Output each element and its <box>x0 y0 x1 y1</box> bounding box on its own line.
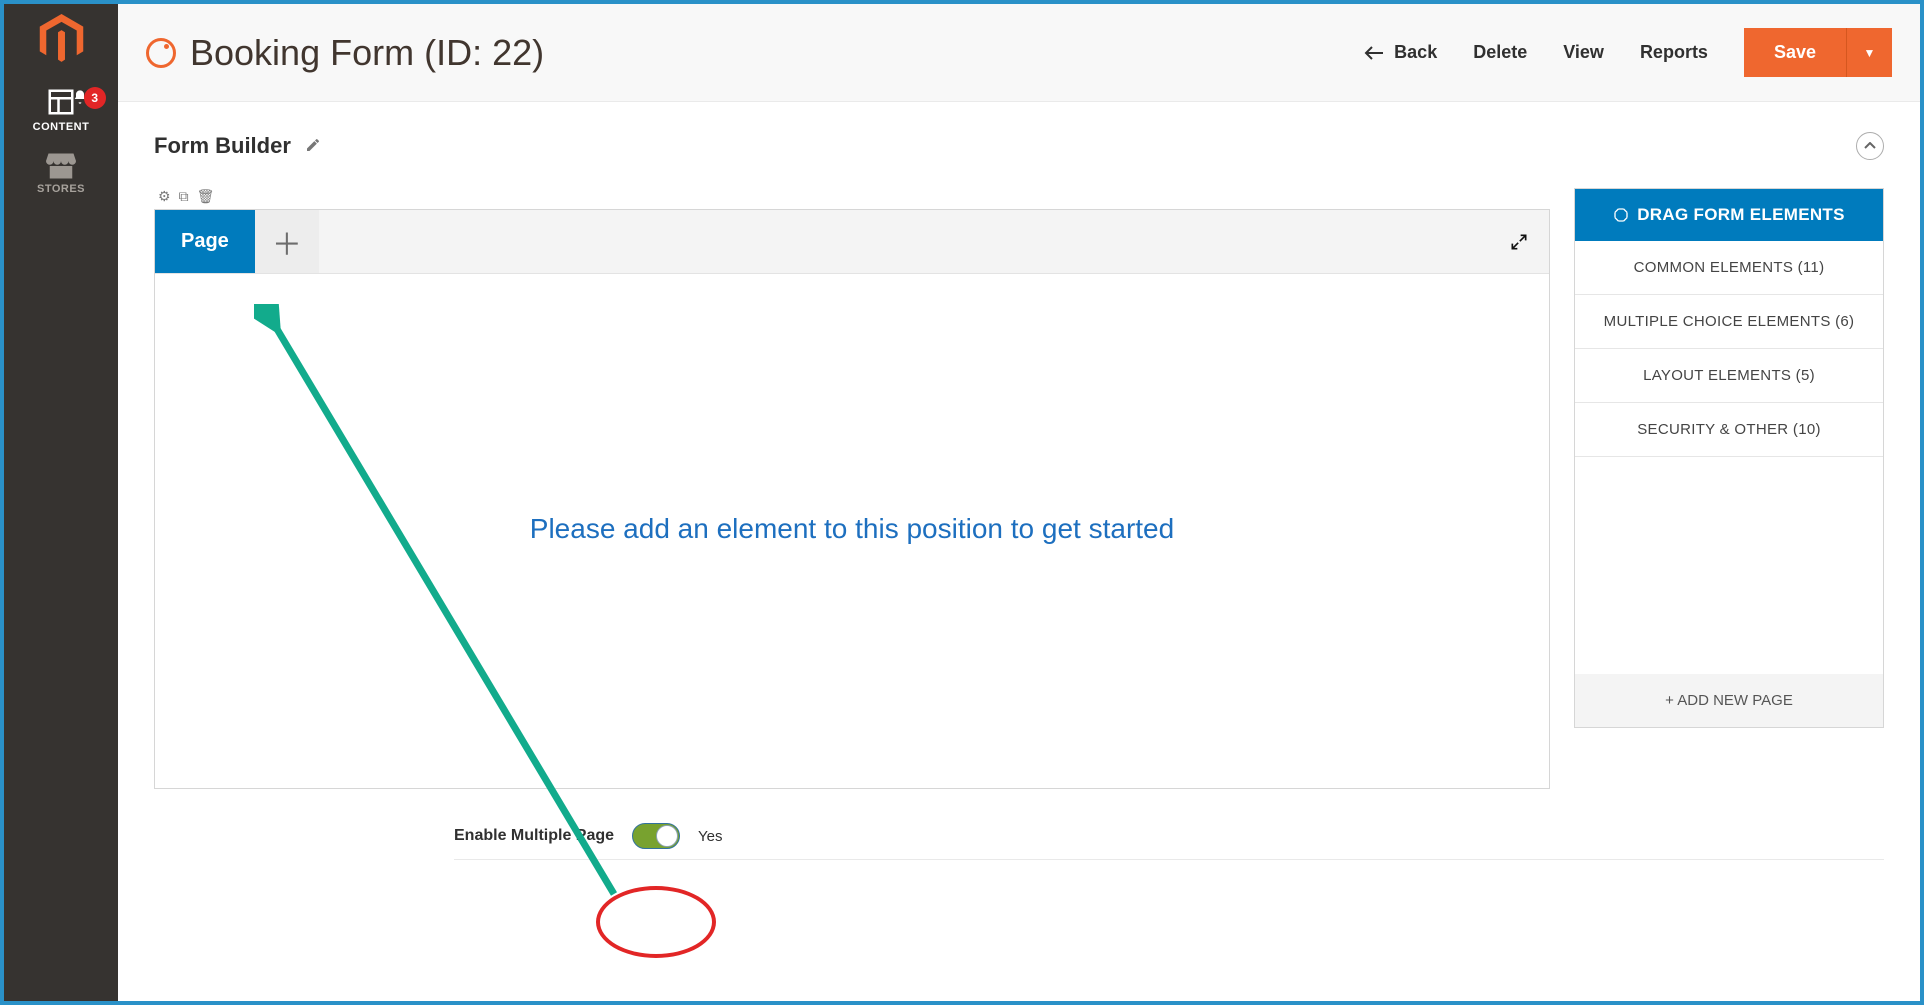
nav-stores-label: STORES <box>37 183 85 195</box>
canvas-dropzone[interactable]: Please add an element to this position t… <box>155 274 1549 784</box>
elements-panel: DRAG FORM ELEMENTS COMMON ELEMENTS (11) … <box>1574 188 1884 728</box>
page-tab[interactable]: Page <box>155 210 255 273</box>
view-button[interactable]: View <box>1563 42 1604 63</box>
page-header: Booking Form (ID: 22) Back Delete View R… <box>118 4 1920 102</box>
main-content: Form Builder ⚙ ⧉ 🗑 Page ＋ <box>118 102 1920 1001</box>
canvas-placeholder: Please add an element to this position t… <box>530 513 1174 545</box>
fullscreen-icon[interactable] <box>1489 210 1549 273</box>
toggle-label: Enable Multiple Page <box>454 827 614 845</box>
multiple-page-toggle[interactable] <box>632 823 680 849</box>
elements-panel-title: DRAG FORM ELEMENTS <box>1637 205 1845 225</box>
save-button[interactable]: Save <box>1744 28 1846 77</box>
category-common[interactable]: COMMON ELEMENTS (11) <box>1575 241 1883 295</box>
reports-button[interactable]: Reports <box>1640 42 1708 63</box>
toggle-value: Yes <box>698 828 722 845</box>
delete-button[interactable]: Delete <box>1473 42 1527 63</box>
magento-logo[interactable] <box>39 14 84 67</box>
category-layout[interactable]: LAYOUT ELEMENTS (5) <box>1575 349 1883 403</box>
notification-badge: 3 <box>84 87 106 109</box>
category-security[interactable]: SECURITY & OTHER (10) <box>1575 403 1883 457</box>
back-label: Back <box>1394 42 1437 63</box>
page-delete-icon[interactable]: 🗑 <box>197 188 215 205</box>
admin-sidebar: CONTENT 3 STORES <box>4 4 118 1001</box>
page-duplicate-icon[interactable]: ⧉ <box>179 188 189 205</box>
form-canvas: Page ＋ Please add an element to this pos… <box>154 209 1550 789</box>
section-title: Form Builder <box>154 133 291 159</box>
add-new-page-button[interactable]: + ADD NEW PAGE <box>1575 674 1883 727</box>
elements-panel-header: DRAG FORM ELEMENTS <box>1575 189 1883 241</box>
back-button[interactable]: Back <box>1364 42 1437 63</box>
collapse-section-button[interactable] <box>1856 132 1884 160</box>
nav-content[interactable]: CONTENT 3 <box>4 87 118 133</box>
edit-title-icon[interactable] <box>305 137 321 156</box>
page-settings-icon[interactable]: ⚙ <box>158 188 171 205</box>
nav-stores[interactable]: STORES <box>4 153 118 195</box>
save-dropdown-toggle[interactable]: ▼ <box>1846 28 1892 77</box>
page-title: Booking Form (ID: 22) <box>190 32 544 74</box>
category-multiple-choice[interactable]: MULTIPLE CHOICE ELEMENTS (6) <box>1575 295 1883 349</box>
spinner-icon <box>146 38 176 68</box>
add-page-tab[interactable]: ＋ <box>255 210 319 273</box>
nav-content-label: CONTENT <box>33 121 90 133</box>
